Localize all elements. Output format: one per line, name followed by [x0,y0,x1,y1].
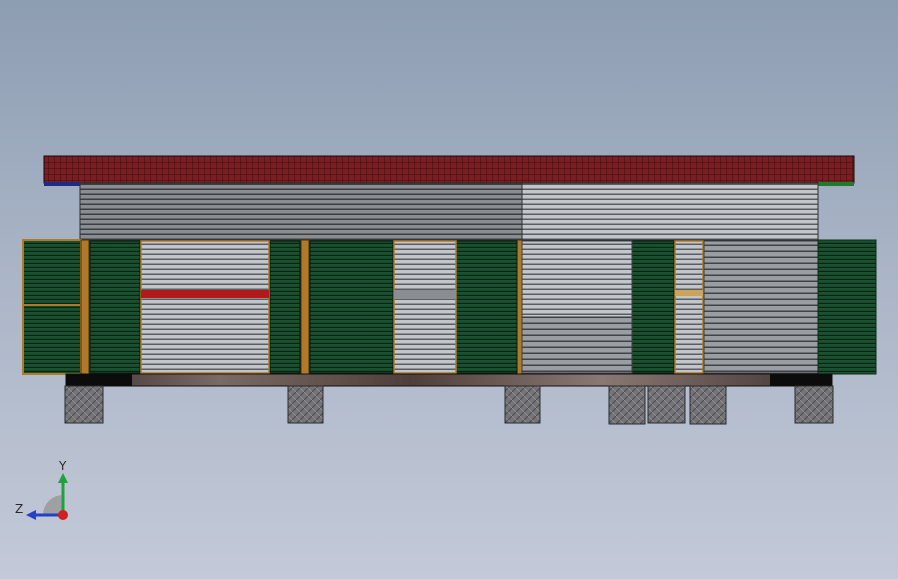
z-axis-label: Z [15,502,23,516]
roof[interactable] [43,155,855,186]
footing-7[interactable] [794,385,834,424]
upper-wall[interactable] [79,182,819,241]
trim-blue [44,182,80,186]
x-axis-dot [58,510,68,520]
footing-5[interactable] [647,385,686,424]
footing-6[interactable] [689,385,727,425]
orientation-triad[interactable]: Y Z [10,455,80,525]
footing-4[interactable] [608,385,646,425]
3d-viewport[interactable]: Y Z [0,0,898,579]
building-model[interactable] [0,0,898,579]
z-arrow-icon [26,510,36,520]
red-band [141,290,269,298]
footing-2[interactable] [287,385,324,424]
floor-beam[interactable] [65,373,833,387]
grey-band [394,290,456,298]
post-3 [516,239,523,375]
post-2 [300,239,310,375]
footing-1[interactable] [64,385,104,424]
tan-band [675,290,703,296]
footings[interactable] [64,385,834,425]
trim-green [818,182,854,186]
y-axis-label: Y [58,459,67,473]
post-1 [80,239,90,375]
y-arrow-icon [58,473,68,483]
right-module[interactable] [817,239,877,375]
footing-3[interactable] [504,385,541,424]
left-module[interactable] [22,239,82,375]
